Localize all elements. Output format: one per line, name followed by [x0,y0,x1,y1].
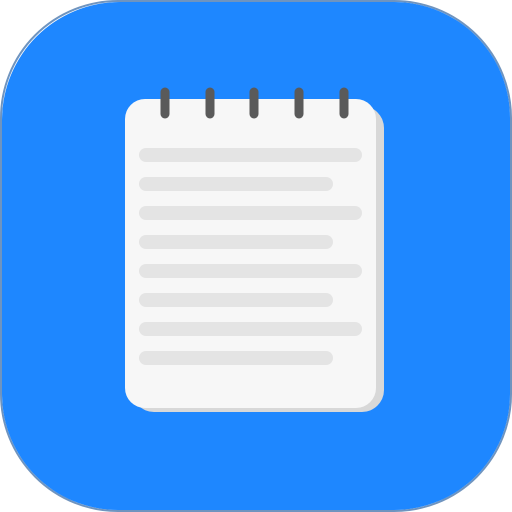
notepad-app-icon[interactable] [0,0,512,512]
notepad-icon [2,2,510,510]
